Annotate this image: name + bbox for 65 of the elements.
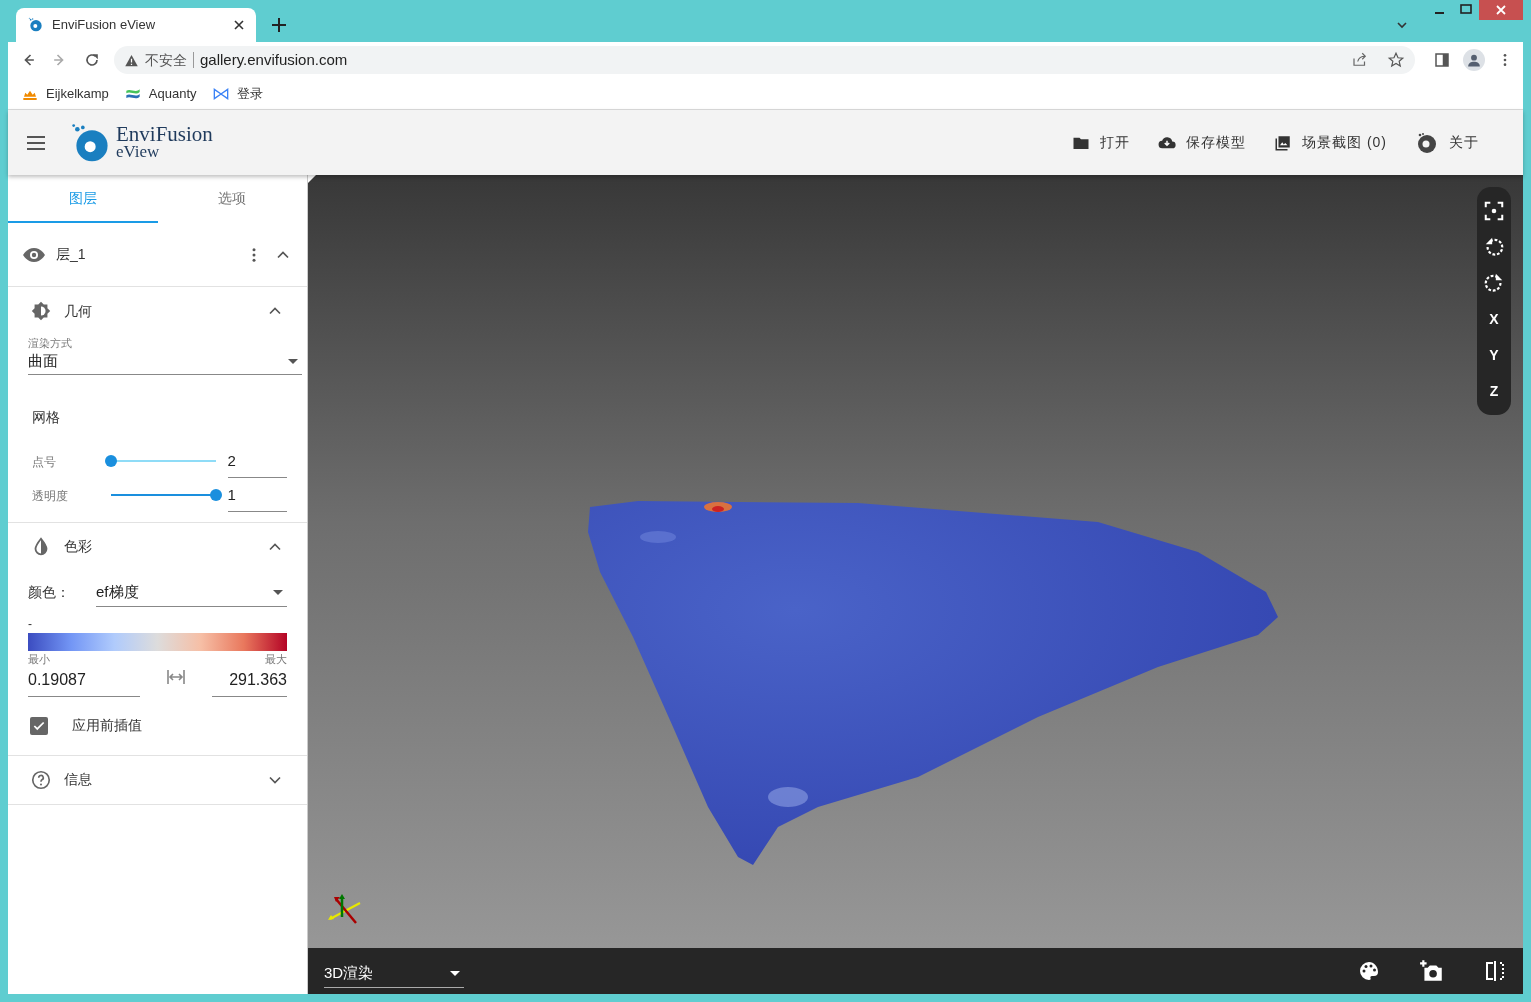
min-value-field[interactable]: 0.19087 — [28, 664, 140, 697]
mesh-heading: 网格 — [32, 407, 61, 427]
dropdown-caret-icon — [288, 359, 298, 364]
header-action-button[interactable]: 关于 — [1401, 124, 1493, 161]
max-label: 最大 — [265, 652, 287, 665]
axis-view-button[interactable]: X — [1489, 308, 1499, 330]
app-logo-icon — [1415, 130, 1439, 155]
slider-thumb[interactable] — [104, 454, 117, 467]
browser-tab[interactable]: EnviFusion eView — [16, 8, 256, 42]
max-value-field[interactable]: 291.363 — [212, 664, 287, 697]
rotate-left-icon[interactable] — [1483, 236, 1505, 258]
legend-title: - — [28, 616, 32, 631]
bookmark-item[interactable]: Aquanty — [124, 83, 197, 104]
close-tab-icon[interactable] — [234, 20, 244, 30]
slider-value-field[interactable]: 2 — [227, 443, 287, 478]
address-bar[interactable]: 不安全 gallery.envifusion.com — [114, 46, 1415, 74]
photo-gallery-icon — [1274, 133, 1292, 152]
compare-split-icon[interactable] — [1483, 959, 1507, 983]
warning-icon — [124, 52, 139, 68]
color-label: 颜色： — [28, 582, 71, 602]
slider-label: 点号 — [32, 454, 56, 469]
side-panel-icon[interactable] — [1433, 51, 1451, 69]
bookmark-item[interactable]: Eijkelkamp — [22, 83, 109, 104]
close-icon — [1495, 4, 1507, 16]
slider-value-field[interactable]: 1 — [227, 477, 287, 512]
header-action-button[interactable]: 场景截图 (0) — [1260, 124, 1401, 161]
slider-thumb[interactable] — [209, 488, 222, 501]
fit-view-icon[interactable] — [1483, 200, 1505, 222]
header-action-button[interactable]: 保存模型 — [1144, 124, 1260, 161]
render-mode-select[interactable]: 3D渲染 — [324, 960, 464, 988]
min-label: 最小 — [28, 652, 50, 665]
header-action-button[interactable]: 打开 — [1058, 124, 1144, 161]
logo-title: EnviFusion — [116, 124, 213, 143]
profile-avatar[interactable] — [1463, 49, 1485, 71]
logo-subtitle: eView — [116, 142, 161, 161]
sidebar-tab[interactable]: 选项 — [157, 175, 307, 223]
dropdown-caret-icon — [273, 589, 283, 595]
slider-label: 透明度 — [32, 488, 68, 503]
section-title: 信息 — [64, 770, 93, 789]
share-icon[interactable] — [1351, 51, 1369, 69]
rotate-right-icon[interactable] — [1483, 272, 1505, 294]
color-map-select[interactable]: ef梯度 — [96, 578, 287, 607]
person-icon — [1467, 53, 1481, 67]
bookmark-item[interactable]: 登录 — [212, 83, 263, 104]
axis-view-button[interactable]: Z — [1489, 380, 1499, 402]
help-icon — [30, 768, 52, 791]
close-window-button[interactable] — [1479, 0, 1523, 20]
new-tab-icon[interactable] — [272, 18, 286, 32]
palette-icon[interactable] — [1357, 959, 1381, 983]
dropdown-caret-icon — [450, 971, 460, 976]
layer-name: 层_1 — [56, 245, 87, 264]
interpolate-checkbox[interactable] — [30, 716, 48, 735]
section-title: 色彩 — [64, 537, 93, 556]
security-label: 不安全 — [145, 50, 187, 70]
add-camera-icon[interactable] — [1419, 958, 1445, 984]
render-mode-select[interactable]: 渲染方式 曲面 — [28, 335, 302, 375]
section-title: 几何 — [64, 301, 93, 321]
url-text: gallery.envifusion.com — [200, 49, 349, 70]
brightness-icon — [30, 300, 52, 322]
tab-title: EnviFusion eView — [52, 16, 157, 35]
checkbox-label: 应用前插值 — [72, 716, 142, 735]
maximize-icon[interactable] — [1460, 4, 1472, 16]
star-icon[interactable] — [1387, 51, 1405, 69]
axis-view-button[interactable]: Y — [1489, 344, 1499, 366]
site-logo-icon — [28, 17, 44, 33]
